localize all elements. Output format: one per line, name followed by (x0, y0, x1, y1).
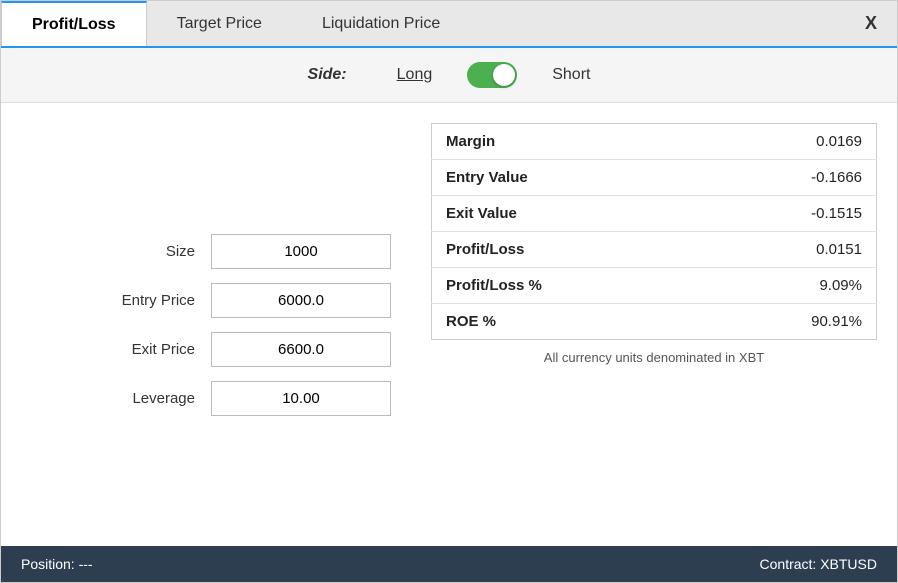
result-label: ROE % (432, 304, 704, 340)
side-row: Side: Long Short (1, 48, 897, 103)
main-content: Size Entry Price Exit Price Leverage Mar… (1, 103, 897, 546)
table-row: Entry Value-0.1666 (432, 160, 877, 196)
table-row: Margin0.0169 (432, 124, 877, 160)
entry-price-row: Entry Price (31, 283, 391, 318)
result-value: 0.0169 (703, 124, 876, 160)
table-row: Exit Value-0.1515 (432, 196, 877, 232)
form-panel: Size Entry Price Exit Price Leverage (1, 113, 421, 536)
tab-target-price[interactable]: Target Price (147, 1, 292, 46)
table-row: Profit/Loss0.0151 (432, 232, 877, 268)
results-panel: Margin0.0169Entry Value-0.1666Exit Value… (421, 113, 897, 536)
size-row: Size (31, 234, 391, 269)
table-row: Profit/Loss %9.09% (432, 268, 877, 304)
result-value: -0.1515 (703, 196, 876, 232)
toggle-thumb (493, 64, 515, 86)
exit-price-row: Exit Price (31, 332, 391, 367)
tab-bar: Profit/Loss Target Price Liquidation Pri… (1, 1, 897, 48)
side-label: Side: (308, 66, 347, 84)
position-label: Position: --- (21, 556, 93, 572)
contract-label: Contract: XBTUSD (760, 556, 877, 572)
short-option[interactable]: Short (552, 66, 590, 84)
entry-price-label: Entry Price (105, 292, 195, 309)
result-label: Profit/Loss % (432, 268, 704, 304)
results-table: Margin0.0169Entry Value-0.1666Exit Value… (431, 123, 877, 340)
close-button[interactable]: X (845, 1, 897, 46)
long-option[interactable]: Long (397, 66, 433, 84)
size-label: Size (105, 243, 195, 260)
exit-price-input[interactable] (211, 332, 391, 367)
tab-liquidation-price[interactable]: Liquidation Price (292, 1, 470, 46)
result-value: 90.91% (703, 304, 876, 340)
toggle-track[interactable] (467, 62, 517, 88)
result-value: 0.0151 (703, 232, 876, 268)
entry-price-input[interactable] (211, 283, 391, 318)
exit-price-label: Exit Price (105, 341, 195, 358)
leverage-row: Leverage (31, 381, 391, 416)
table-row: ROE %90.91% (432, 304, 877, 340)
tab-profit-loss[interactable]: Profit/Loss (1, 1, 147, 46)
calculator-container: Profit/Loss Target Price Liquidation Pri… (0, 0, 898, 583)
result-value: 9.09% (703, 268, 876, 304)
result-label: Entry Value (432, 160, 704, 196)
result-label: Margin (432, 124, 704, 160)
result-label: Profit/Loss (432, 232, 704, 268)
result-value: -0.1666 (703, 160, 876, 196)
footer: Position: --- Contract: XBTUSD (1, 546, 897, 582)
side-toggle[interactable] (467, 62, 517, 88)
result-label: Exit Value (432, 196, 704, 232)
leverage-input[interactable] (211, 381, 391, 416)
size-input[interactable] (211, 234, 391, 269)
currency-note: All currency units denominated in XBT (431, 350, 877, 365)
leverage-label: Leverage (105, 390, 195, 407)
